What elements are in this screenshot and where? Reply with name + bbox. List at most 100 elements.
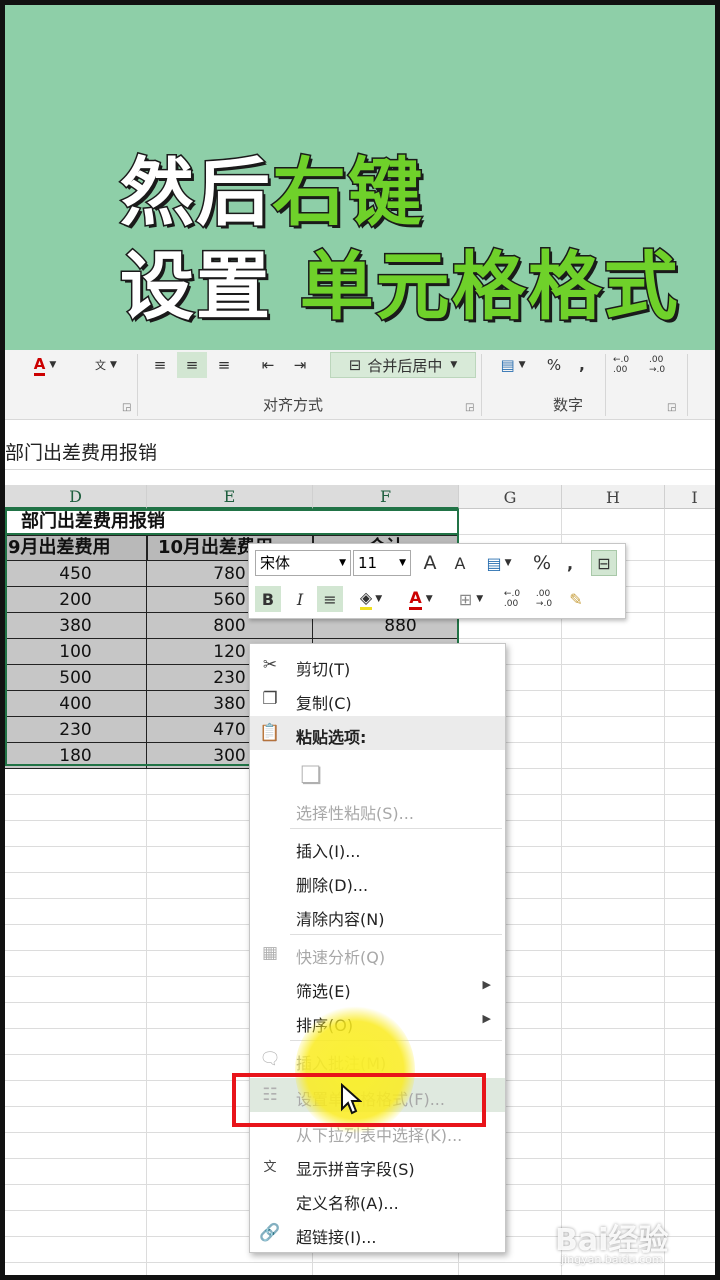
percent-button[interactable]: %: [529, 550, 555, 576]
font-size-value: 11: [358, 554, 378, 572]
menu-item-label: 筛选(E): [296, 982, 351, 1001]
decrease-indent-button[interactable]: ⇤: [255, 352, 281, 378]
chevron-down-icon: ▼: [450, 360, 458, 370]
increase-decimal-button[interactable]: ←.0 .00: [613, 352, 645, 378]
menu-item-delete[interactable]: 删除(D)...: [250, 864, 505, 898]
paint-bucket-icon: ◈: [359, 588, 373, 610]
dialog-launcher-icon[interactable]: ◲: [667, 402, 676, 413]
chevron-down-icon: ▼: [49, 360, 57, 370]
column-header-h[interactable]: H: [562, 485, 665, 509]
align-left-button[interactable]: ≡: [147, 352, 173, 378]
dialog-launcher-icon[interactable]: ◲: [122, 402, 131, 413]
merge-icon: ⊟: [597, 553, 611, 573]
decrease-decimal-button[interactable]: .00 →.0: [531, 586, 557, 612]
submenu-arrow-icon: ▶: [482, 1012, 491, 1025]
table-cell[interactable]: 230: [5, 717, 147, 743]
menu-item-hyperlink[interactable]: 🔗 超链接(I)...: [250, 1216, 505, 1250]
menu-item-format-cells[interactable]: ☷ 设置单元格格式(F)...: [250, 1078, 505, 1112]
paste-options-header: 📋 粘贴选项:: [250, 716, 505, 750]
menu-item-quick-analysis[interactable]: ▦ 快速分析(Q): [250, 936, 505, 970]
chevron-down-icon: ▼: [339, 558, 346, 568]
header-cell-sep[interactable]: 9月出差费用: [5, 535, 147, 561]
menu-item-label: 粘贴选项:: [296, 728, 367, 747]
phonetic-button[interactable]: 文 ▼: [83, 352, 129, 378]
menu-item-insert-comment[interactable]: 🗨 插入批注(M): [250, 1042, 505, 1076]
menu-divider: [290, 934, 502, 935]
decrease-indent-icon: ⇤: [261, 356, 275, 374]
paste-icon: 📋: [259, 723, 281, 743]
align-center-button[interactable]: ≡: [177, 352, 207, 378]
number-format-button[interactable]: ▤ ▼: [479, 550, 519, 576]
comma-button[interactable]: ,: [571, 352, 593, 378]
menu-item-clear-contents[interactable]: 清除内容(N): [250, 898, 505, 932]
menu-item-filter[interactable]: 筛选(E) ▶: [250, 970, 505, 1004]
increase-indent-button[interactable]: ⇥: [287, 352, 313, 378]
percent-button[interactable]: %: [541, 352, 567, 378]
align-right-icon: ≡: [217, 356, 231, 374]
increase-decimal-icon: ←.0.00: [503, 589, 521, 609]
table-cell[interactable]: 450: [5, 561, 147, 587]
increase-decimal-button[interactable]: ←.0.00: [499, 586, 525, 612]
shrink-font-button[interactable]: A: [447, 550, 473, 576]
menu-item-label: 设置单元格格式(F)...: [296, 1090, 445, 1109]
quick-analysis-icon: ▦: [261, 943, 279, 963]
table-cell[interactable]: 400: [5, 691, 147, 717]
column-header-g[interactable]: G: [459, 485, 562, 509]
comma-button[interactable]: ,: [557, 550, 583, 576]
font-color-button[interactable]: A ▼: [399, 586, 443, 612]
align-left-icon: ≡: [153, 356, 167, 374]
menu-item-pick-from-list[interactable]: 从下拉列表中选择(K)...: [250, 1114, 505, 1148]
divider: [605, 354, 606, 416]
group-label-number: 数字: [553, 396, 584, 414]
column-header-i[interactable]: I: [665, 485, 715, 509]
table-cell[interactable]: 500: [5, 665, 147, 691]
table-cell[interactable]: 100: [5, 639, 147, 665]
divider: [137, 354, 138, 416]
dialog-launcher-icon[interactable]: ◲: [465, 402, 474, 413]
formula-bar[interactable]: 部门出差费用报销: [5, 430, 715, 470]
center-align-button[interactable]: ≡: [317, 586, 343, 612]
align-right-button[interactable]: ≡: [211, 352, 237, 378]
grow-font-button[interactable]: A: [417, 550, 443, 576]
table-cell[interactable]: 180: [5, 743, 147, 769]
menu-item-label: 插入批注(M): [296, 1054, 387, 1073]
menu-item-sort[interactable]: 排序(O) ▶: [250, 1004, 505, 1038]
menu-item-insert[interactable]: 插入(I)...: [250, 830, 505, 864]
menu-item-label: 快速分析(Q): [296, 948, 386, 967]
menu-item-copy[interactable]: ❐ 复制(C): [250, 682, 505, 716]
font-color-button[interactable]: A ▼: [23, 352, 67, 378]
column-header-d[interactable]: D: [5, 485, 147, 509]
paste-option-button[interactable]: ❏: [250, 754, 505, 794]
column-header-f[interactable]: F: [313, 485, 459, 509]
link-icon: 🔗: [259, 1223, 281, 1243]
mini-toolbar: 宋体 ▼ 11 ▼ A A ▤ ▼ % , ⊟ B I ≡ ◈ ▼ A ▼ ⊞ ▼ ←.…: [248, 543, 626, 619]
borders-icon: ⊞: [458, 589, 473, 609]
phonetic-icon: 文: [95, 359, 107, 372]
table-cell[interactable]: 380: [5, 613, 147, 639]
merge-cells-button[interactable]: ⊟: [591, 550, 617, 576]
font-size-select[interactable]: 11 ▼: [353, 550, 411, 576]
font-name-select[interactable]: 宋体 ▼: [255, 550, 351, 576]
banner-line-1: 然后右键: [119, 133, 424, 240]
italic-button[interactable]: I: [287, 586, 313, 612]
font-color-icon: A: [33, 355, 46, 376]
menu-item-define-name[interactable]: 定义名称(A)...: [250, 1182, 505, 1216]
comma-label: ,: [566, 553, 574, 573]
bold-button[interactable]: B: [255, 586, 281, 612]
table-title[interactable]: 部门出差费用报销: [5, 509, 459, 535]
table-cell[interactable]: 200: [5, 587, 147, 613]
format-cells-icon: ☷: [262, 1085, 278, 1105]
menu-item-label: 排序(O): [296, 1016, 354, 1035]
borders-button[interactable]: ⊞ ▼: [449, 586, 493, 612]
watermark-url: jingyan.baidu.com: [561, 1253, 663, 1266]
decrease-decimal-button[interactable]: .00 →.0: [649, 352, 681, 378]
menu-item-cut[interactable]: ✂ 剪切(T): [250, 648, 505, 682]
chevron-down-icon: ▼: [110, 360, 117, 370]
column-header-e[interactable]: E: [147, 485, 313, 509]
menu-item-phonetic[interactable]: 文 显示拼音字段(S): [250, 1148, 505, 1182]
number-format-button[interactable]: ▤ ▼: [491, 352, 535, 378]
format-painter-button[interactable]: ✎: [563, 586, 589, 612]
fill-color-button[interactable]: ◈ ▼: [351, 586, 391, 612]
menu-item-paste-special[interactable]: 选择性粘贴(S)...: [250, 792, 505, 826]
merge-center-button[interactable]: ⊟ 合并后居中 ▼: [330, 352, 476, 378]
